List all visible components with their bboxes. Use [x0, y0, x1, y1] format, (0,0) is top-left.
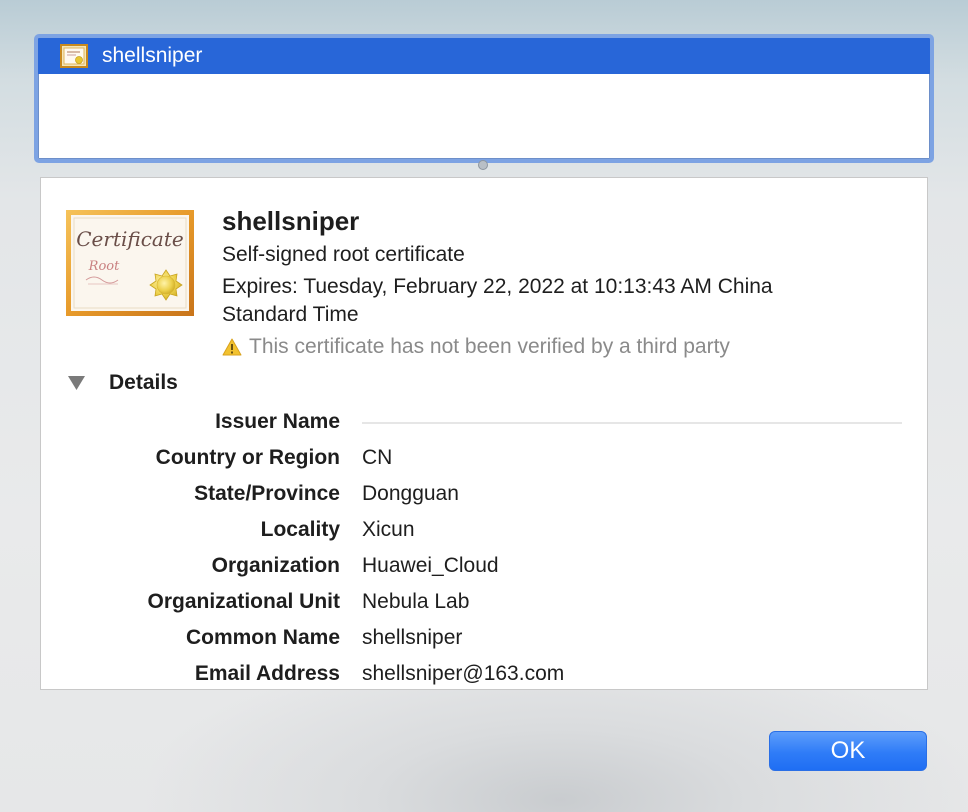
certificate-list-item-selected[interactable]: shellsniper [38, 38, 930, 74]
field-value: Huawei_Cloud [362, 554, 499, 577]
field-value: shellsniper@163.com [362, 662, 565, 685]
certificate-title: shellsniper [222, 206, 360, 236]
disclosure-triangle-down-icon[interactable] [68, 376, 85, 390]
certificate-kind: Self-signed root certificate [222, 243, 465, 266]
certificate-list[interactable]: shellsniper [34, 34, 934, 163]
details-disclosure[interactable]: Details [68, 371, 178, 395]
field-label: Organizational Unit [147, 590, 340, 613]
details-label: Details [109, 371, 178, 394]
field-row-organization: Organization Huawei_Cloud [41, 548, 927, 584]
field-label: Country or Region [155, 446, 340, 469]
certificate-image-title: Certificate [76, 227, 183, 251]
field-label: Email Address [194, 662, 340, 685]
certificate-image: Certificate Root [66, 210, 194, 316]
field-row-locality: Locality Xicun [41, 512, 927, 548]
field-row-organizational-unit: Organizational Unit Nebula Lab [41, 584, 927, 620]
split-view-handle[interactable] [478, 160, 488, 170]
certificate-trust-warning: This certificate has not been verified b… [222, 333, 882, 361]
field-row-state: State/Province Dongguan [41, 476, 927, 512]
section-title: Issuer Name [215, 410, 340, 433]
field-label: State/Province [194, 482, 340, 505]
certificate-detail-panel: Certificate Root shellsniper Self-signed… [40, 177, 928, 690]
ok-button[interactable]: OK [769, 731, 927, 771]
field-label: Common Name [185, 626, 340, 649]
section-divider [362, 422, 902, 424]
certificate-summary: shellsniper Self-signed root certificate… [222, 205, 882, 361]
field-row-common-name: Common Name shellsniper [41, 620, 927, 656]
details-field-table: Issuer Name Country or Region CN State/P… [41, 404, 927, 689]
certificate-expiry-line-1: Expires: Tuesday, February 22, 2022 at 1… [222, 275, 773, 298]
field-value: Dongguan [362, 482, 459, 505]
field-label: Organization [211, 554, 340, 577]
certificate-image-subtitle: Root [88, 259, 120, 274]
field-row-country: Country or Region CN [41, 440, 927, 476]
field-value: Xicun [362, 518, 415, 541]
certificate-list-item-label: shellsniper [102, 44, 203, 67]
certificate-trust-warning-text: This certificate has not been verified b… [249, 335, 730, 358]
warning-triangle-icon [222, 338, 242, 356]
certificate-expiry-line-2: Standard Time [222, 303, 359, 326]
field-value: Nebula Lab [362, 590, 470, 613]
certificate-icon [60, 44, 88, 68]
field-value: shellsniper [362, 626, 463, 649]
field-row-email: Email Address shellsniper@163.com [41, 656, 927, 689]
field-value: CN [362, 446, 393, 469]
field-label: Locality [260, 518, 340, 541]
section-header-issuer-name: Issuer Name [41, 404, 927, 440]
certificate-seal [149, 269, 183, 301]
